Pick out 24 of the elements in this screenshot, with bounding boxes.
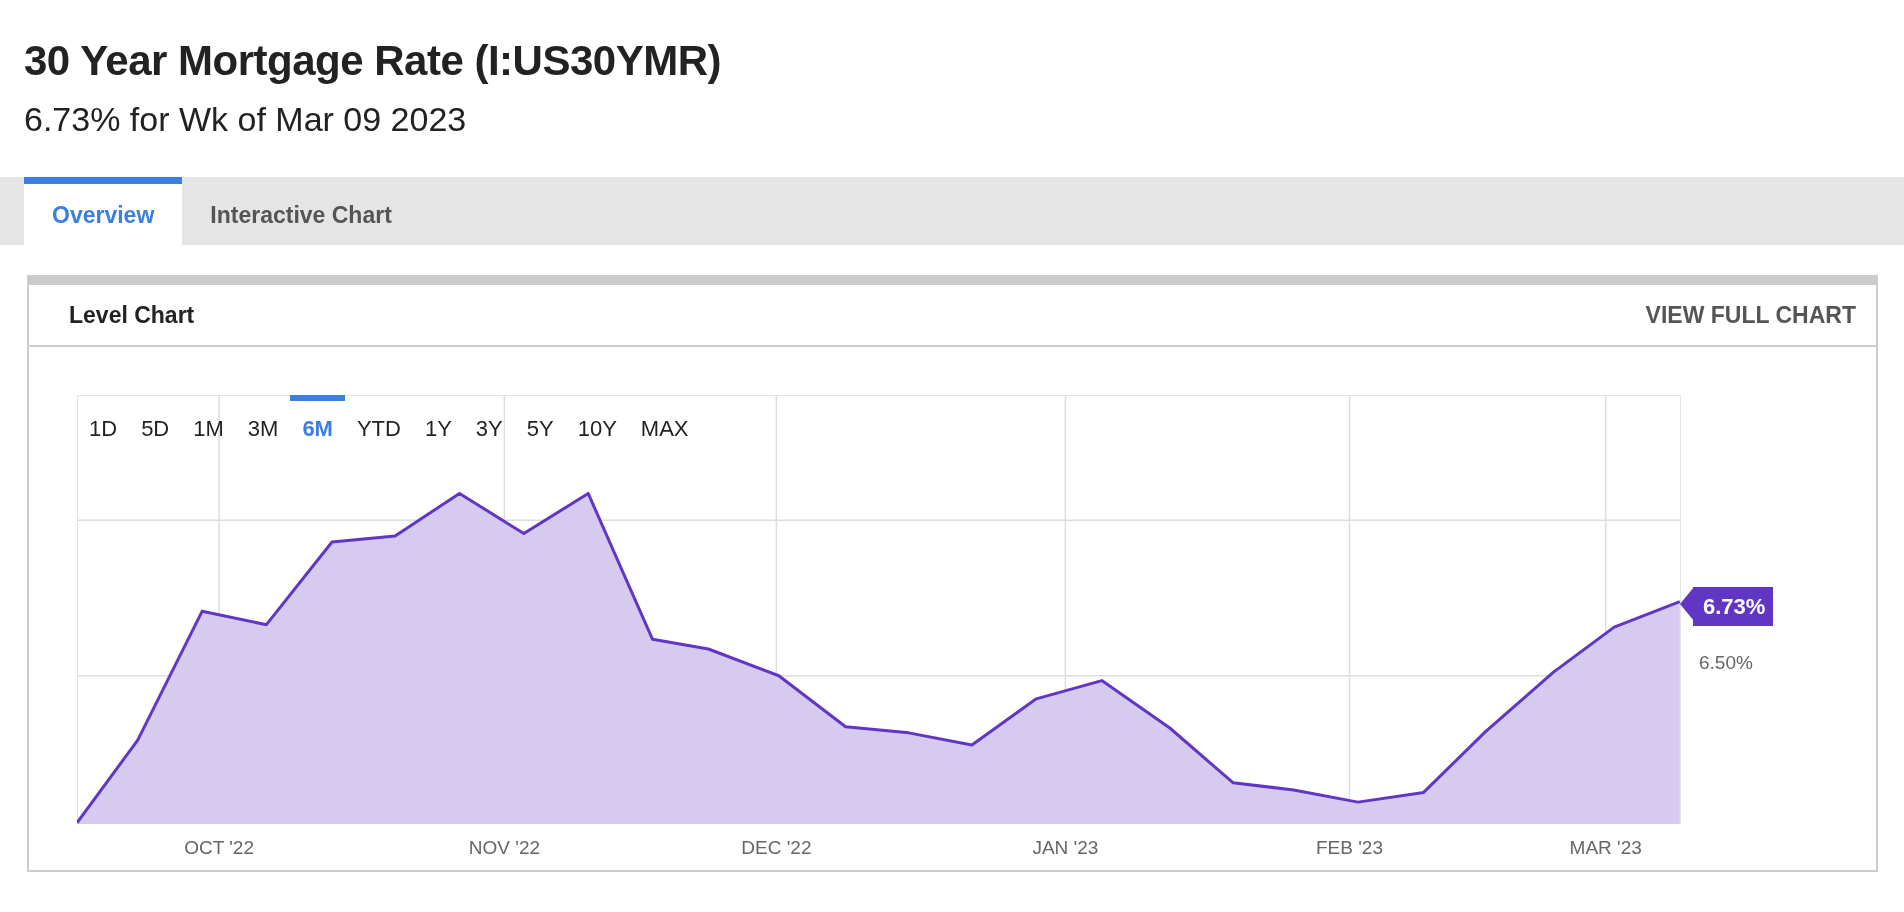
x-axis-label: NOV '22 bbox=[468, 836, 540, 861]
range-button[interactable]: 3Y bbox=[463, 395, 515, 450]
range-button[interactable]: 5Y bbox=[514, 395, 566, 450]
range-button[interactable]: 1Y bbox=[412, 395, 464, 450]
page-title: 30 Year Mortgage Rate (I:US30YMR) bbox=[24, 36, 722, 86]
card-title: Level Chart bbox=[69, 301, 195, 331]
y-axis-label: 6.50% bbox=[1699, 651, 1753, 676]
page-subtitle: 6.73% for Wk of Mar 09 2023 bbox=[24, 99, 468, 141]
tab[interactable]: Overview bbox=[24, 177, 183, 246]
range-button[interactable]: MAX bbox=[628, 395, 701, 450]
range-button[interactable]: 3M bbox=[235, 395, 291, 450]
view-full-chart-link[interactable]: VIEW FULL CHART bbox=[1645, 298, 1856, 333]
x-axis-label: OCT '22 bbox=[184, 836, 254, 861]
range-button[interactable]: YTD bbox=[344, 395, 413, 450]
range-button[interactable]: 1D bbox=[77, 395, 130, 450]
tab[interactable]: Interactive Chart bbox=[182, 177, 420, 246]
range-button[interactable]: 1M bbox=[181, 395, 236, 450]
x-axis-label: FEB '23 bbox=[1316, 836, 1383, 861]
x-axis-label: JAN '23 bbox=[1032, 836, 1099, 861]
x-axis-label: DEC '22 bbox=[741, 836, 812, 861]
range-button[interactable]: 10Y bbox=[565, 395, 629, 450]
x-axis-label: MAR '23 bbox=[1569, 836, 1642, 861]
range-button[interactable]: 6M bbox=[290, 395, 345, 450]
range-button[interactable]: 5D bbox=[129, 395, 182, 450]
